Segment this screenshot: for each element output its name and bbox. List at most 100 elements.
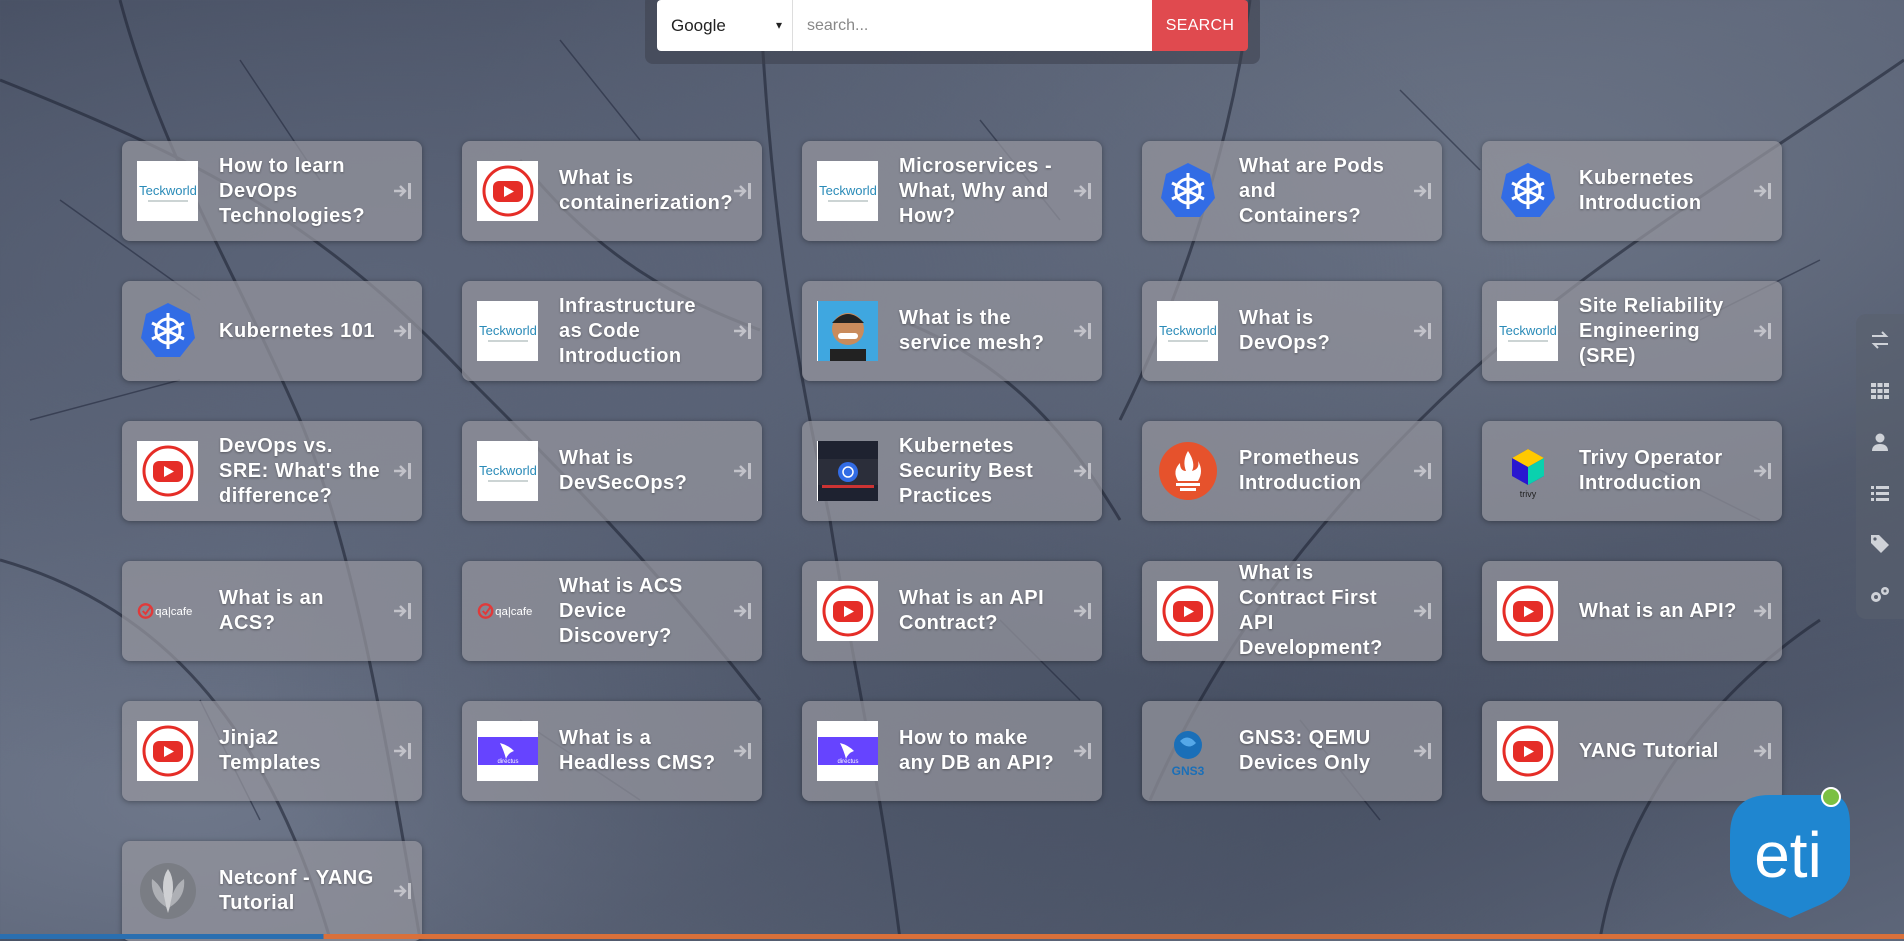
teckworld-logo-icon: Teckworld [477,441,538,501]
link-tile[interactable]: qa|cafe What is ACS Device Discovery? [462,561,762,661]
link-tile[interactable]: Kubernetes 101 [122,281,422,381]
sign-in-arrow-icon [392,321,414,341]
tile-label: How to learn DevOps Technologies? [219,154,366,227]
link-tile[interactable]: Teckworld How to learn DevOps Technologie… [122,141,422,241]
sign-in-arrow-icon [1752,321,1774,341]
sign-in-arrow-icon [392,181,414,201]
link-tile[interactable]: GNS3 GNS3: QEMU Devices Only [1142,701,1442,801]
sign-in-arrow-icon [392,881,414,901]
search-engine-value: Google [671,15,726,35]
link-tile[interactable]: What is the service mesh? [802,281,1102,381]
sign-in-arrow-icon [1412,741,1434,761]
tile-label: YANG Tutorial [1579,739,1719,762]
link-tile[interactable]: trivy Trivy Operator Introduction [1482,421,1782,521]
link-tile[interactable]: directus How to make any DB an API? [802,701,1102,801]
gns3-icon: GNS3 [1157,721,1218,781]
teckworld-logo-icon: Teckworld [1497,301,1558,361]
kubernetes-icon [137,301,198,361]
link-tile[interactable]: Prometheus Introduction [1142,421,1442,521]
prometheus-icon [1157,441,1218,501]
kubernetes-security-icon [817,441,878,501]
tile-label: What is an API? [1579,599,1737,622]
tag-icon[interactable] [1868,532,1892,556]
link-tile[interactable]: Teckworld Microservices - What, Why and H… [802,141,1102,241]
link-tile[interactable]: Teckworld What is DevSecOps? [462,421,762,521]
svg-text:qa|cafe: qa|cafe [155,606,192,618]
tile-label: What is an API Contract? [899,587,1045,634]
eti-logo: eti [1730,787,1850,918]
tile-label: Kubernetes Introduction [1579,167,1702,214]
sign-in-arrow-icon [1072,601,1094,621]
list-icon[interactable] [1868,481,1892,505]
sign-in-arrow-icon [732,181,754,201]
tile-label: What is DevOps? [1239,307,1331,354]
link-tile[interactable]: Jinja2 Templates [122,701,422,801]
teckworld-logo-icon: Teckworld [137,161,198,221]
avatar-icon [817,301,878,361]
link-tile[interactable]: Kubernetes Security Best Practices [802,421,1102,521]
svg-text:GNS3: GNS3 [1171,764,1204,778]
link-tile[interactable]: directus What is a Headless CMS? [462,701,762,801]
chevron-down-icon: ▾ [775,18,782,32]
sign-in-arrow-icon [1752,601,1774,621]
svg-text:Teckworld: Teckworld [479,463,537,478]
swap-icon[interactable] [1868,328,1892,352]
user-icon[interactable] [1868,430,1892,454]
tile-label: What is an ACS? [219,587,325,634]
tile-label: What is ACS Device Discovery? [559,574,683,647]
directus-icon: directus [477,721,538,781]
link-tile[interactable]: What are Pods and Containers? [1142,141,1442,241]
search-input[interactable] [792,0,1152,51]
settings-icon[interactable] [1868,583,1892,607]
qacafe-logo-icon: qa|cafe [137,581,198,641]
tile-label: Infrastructure as Code Introduction [559,294,697,367]
sign-in-arrow-icon [1412,601,1434,621]
tile-label: Kubernetes 101 [219,319,375,342]
tile-label: Site Reliability Engineering (SRE) [1579,294,1724,367]
youtube-icon [817,581,878,641]
sign-in-arrow-icon [732,461,754,481]
link-tile[interactable]: Netconf - YANG Tutorial [122,841,422,941]
sign-in-arrow-icon [732,741,754,761]
teckworld-logo-icon: Teckworld [817,161,878,221]
teckworld-logo-icon: Teckworld [1157,301,1218,361]
kubernetes-icon [1157,161,1218,221]
directus-icon: directus [817,721,878,781]
link-tile[interactable]: Teckworld Infrastructure as Code Introduc… [462,281,762,381]
link-tile[interactable]: Kubernetes Introduction [1482,141,1782,241]
grid-icon[interactable] [1868,379,1892,403]
tile-label: What is the service mesh? [899,307,1045,354]
tile-label: What is Contract First API Development? [1239,562,1383,659]
tile-label: Netconf - YANG Tutorial [219,867,374,914]
youtube-icon [1157,581,1218,641]
sign-in-arrow-icon [732,601,754,621]
link-tile[interactable]: DevOps vs. SRE: What's the difference? [122,421,422,521]
sign-in-arrow-icon [1752,741,1774,761]
link-tile[interactable]: qa|cafe What is an ACS? [122,561,422,661]
youtube-icon [1497,721,1558,781]
link-tile[interactable]: What is Contract First API Development? [1142,561,1442,661]
qacafe-logo-icon: qa|cafe [477,581,538,641]
link-tile[interactable]: What is containerization? [462,141,762,241]
tile-label: Microservices - What, Why and How? [899,154,1053,227]
sign-in-arrow-icon [1412,181,1434,201]
svg-text:Teckworld: Teckworld [819,183,877,198]
link-tile[interactable]: What is an API? [1482,561,1782,661]
sign-in-arrow-icon [1752,461,1774,481]
tile-label: What is DevSecOps? [559,447,688,494]
link-tile[interactable]: Teckworld Site Reliability Engineering (S… [1482,281,1782,381]
search-engine-select[interactable]: Google ▾ [657,0,792,51]
sign-in-arrow-icon [1072,321,1094,341]
sign-in-arrow-icon [1412,321,1434,341]
sign-in-arrow-icon [392,461,414,481]
tile-label: What are Pods and Containers? [1239,154,1385,227]
svg-text:Teckworld: Teckworld [479,323,537,338]
youtube-icon [477,161,538,221]
search-button[interactable]: SEARCH [1152,0,1248,51]
tile-label: Jinja2 Templates [219,727,321,774]
link-tile[interactable]: Teckworld What is DevOps? [1142,281,1442,381]
youtube-icon [137,721,198,781]
tile-label: GNS3: QEMU Devices Only [1239,727,1371,774]
link-tile[interactable]: What is an API Contract? [802,561,1102,661]
sign-in-arrow-icon [1072,461,1094,481]
